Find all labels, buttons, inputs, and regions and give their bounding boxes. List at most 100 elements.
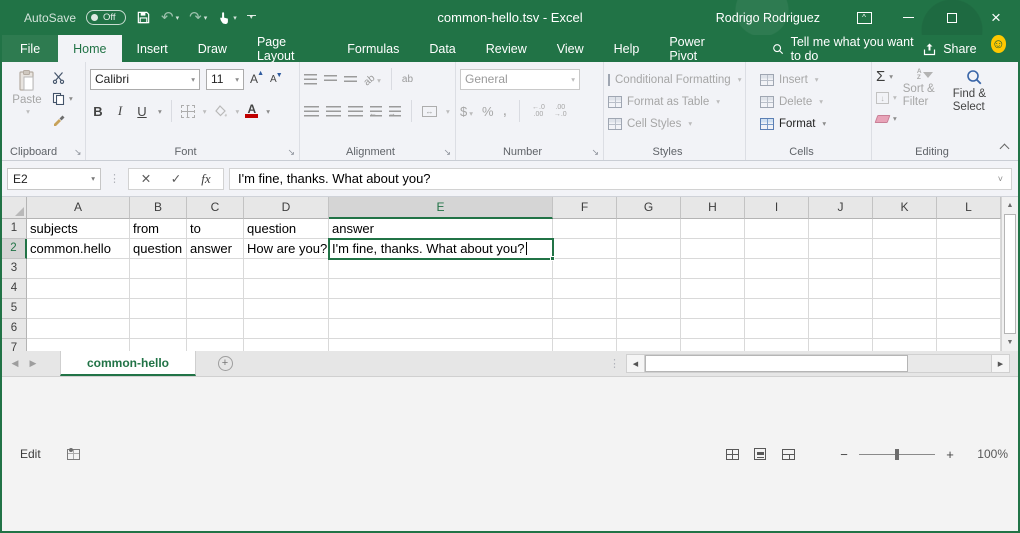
tab-data[interactable]: Data bbox=[414, 35, 470, 62]
cell-J2[interactable] bbox=[809, 239, 873, 259]
cancel-button[interactable]: ✕ bbox=[131, 171, 161, 186]
fill-button[interactable]: ↓▾ bbox=[876, 89, 897, 106]
macro-record-icon[interactable] bbox=[67, 449, 80, 460]
cell-J5[interactable] bbox=[809, 299, 873, 319]
align-bottom-icon[interactable] bbox=[344, 76, 357, 82]
cell-I2[interactable] bbox=[745, 239, 809, 259]
touch-mode-dropdown-icon[interactable]: ▾ bbox=[233, 14, 237, 22]
cell-J6[interactable] bbox=[809, 319, 873, 339]
cell-I5[interactable] bbox=[745, 299, 809, 319]
cell-C7[interactable] bbox=[187, 339, 244, 351]
feedback-smiley-icon[interactable]: ☺ bbox=[991, 35, 1006, 53]
zoom-out-button[interactable]: − bbox=[838, 447, 850, 462]
cell-H2[interactable] bbox=[681, 239, 745, 259]
cell-K4[interactable] bbox=[873, 279, 937, 299]
clear-button[interactable]: ▾ bbox=[876, 110, 897, 127]
cell-L2[interactable] bbox=[937, 239, 1001, 259]
select-all-corner[interactable] bbox=[2, 197, 27, 219]
cell-I7[interactable] bbox=[745, 339, 809, 351]
align-left-icon[interactable] bbox=[304, 106, 319, 117]
format-cells-button[interactable]: Format ▾ bbox=[760, 113, 867, 134]
cell-F5[interactable] bbox=[553, 299, 617, 319]
font-color-dropdown-icon[interactable]: ▾ bbox=[266, 107, 270, 116]
cell-D4[interactable] bbox=[244, 279, 329, 299]
undo-dropdown-icon[interactable]: ▾ bbox=[176, 14, 180, 22]
column-header-K[interactable]: K bbox=[873, 197, 937, 219]
maximize-button[interactable] bbox=[930, 0, 974, 35]
cell-F7[interactable] bbox=[553, 339, 617, 351]
cell-L7[interactable] bbox=[937, 339, 1001, 351]
zoom-slider-handle[interactable] bbox=[895, 449, 899, 460]
cell-H5[interactable] bbox=[681, 299, 745, 319]
cell-F1[interactable] bbox=[553, 219, 617, 239]
cell-D6[interactable] bbox=[244, 319, 329, 339]
underline-button[interactable]: U bbox=[134, 104, 150, 119]
close-button[interactable]: × bbox=[974, 0, 1018, 35]
enter-button[interactable]: ✓ bbox=[161, 171, 191, 186]
tab-home[interactable]: Home bbox=[58, 35, 121, 62]
cell-J7[interactable] bbox=[809, 339, 873, 351]
comma-button[interactable]: , bbox=[503, 102, 507, 120]
alignment-dialog-launcher[interactable]: ↘ bbox=[443, 148, 451, 157]
cell-L4[interactable] bbox=[937, 279, 1001, 299]
align-top-icon[interactable] bbox=[304, 74, 317, 85]
scroll-left-icon[interactable]: ◀ bbox=[626, 354, 645, 373]
zoom-level[interactable]: 100% bbox=[972, 447, 1008, 461]
grow-font-button[interactable]: A▲ bbox=[250, 72, 264, 86]
fill-color-icon[interactable] bbox=[213, 104, 228, 118]
sort-filter-button[interactable]: A Z Sort & Filter bbox=[903, 69, 947, 127]
decrease-indent-icon[interactable]: ← bbox=[370, 106, 382, 117]
wrap-text-icon[interactable]: ab bbox=[402, 74, 413, 85]
tab-page-layout[interactable]: Page Layout bbox=[242, 35, 332, 62]
cell-E7[interactable] bbox=[329, 339, 553, 351]
cell-H1[interactable] bbox=[681, 219, 745, 239]
cell-B6[interactable] bbox=[130, 319, 187, 339]
customize-qat-button[interactable]: ▾ bbox=[247, 15, 256, 20]
cell-C6[interactable] bbox=[187, 319, 244, 339]
cell-I3[interactable] bbox=[745, 259, 809, 279]
column-header-B[interactable]: B bbox=[130, 197, 187, 219]
scroll-right-icon[interactable]: ▶ bbox=[991, 354, 1010, 373]
cell-I4[interactable] bbox=[745, 279, 809, 299]
scroll-up-icon[interactable]: ▲ bbox=[1002, 197, 1018, 214]
cell-L6[interactable] bbox=[937, 319, 1001, 339]
align-middle-icon[interactable] bbox=[324, 75, 337, 83]
cell-D7[interactable] bbox=[244, 339, 329, 351]
cell-E3[interactable] bbox=[329, 259, 553, 279]
cell-J3[interactable] bbox=[809, 259, 873, 279]
underline-dropdown-icon[interactable]: ▾ bbox=[158, 107, 162, 116]
decrease-decimal-icon[interactable]: .00 →.0 bbox=[554, 104, 567, 119]
cell-C4[interactable] bbox=[187, 279, 244, 299]
ribbon-display-options-button[interactable]: ^ bbox=[842, 0, 886, 35]
cell-D5[interactable] bbox=[244, 299, 329, 319]
font-name-select[interactable]: Calibri▾ bbox=[90, 69, 200, 90]
cell-D3[interactable] bbox=[244, 259, 329, 279]
formula-bar-handle[interactable]: ⋮ bbox=[106, 175, 123, 183]
cell-I1[interactable] bbox=[745, 219, 809, 239]
fill-handle[interactable] bbox=[550, 256, 555, 261]
cell-F6[interactable] bbox=[553, 319, 617, 339]
row-header-1[interactable]: 1 bbox=[2, 219, 27, 239]
column-header-G[interactable]: G bbox=[617, 197, 681, 219]
cell-A3[interactable] bbox=[27, 259, 130, 279]
cell-E4[interactable] bbox=[329, 279, 553, 299]
tab-help[interactable]: Help bbox=[599, 35, 655, 62]
italic-button[interactable]: I bbox=[112, 103, 128, 119]
cell-G7[interactable] bbox=[617, 339, 681, 351]
page-layout-view-button[interactable] bbox=[746, 444, 774, 464]
tab-insert[interactable]: Insert bbox=[122, 35, 183, 62]
cell-A1[interactable]: subjects bbox=[27, 219, 130, 239]
cell-E1[interactable]: answer bbox=[329, 219, 553, 239]
delete-cells-button[interactable]: Delete ▾ bbox=[760, 91, 867, 112]
cell-C5[interactable] bbox=[187, 299, 244, 319]
tell-me-box[interactable]: Tell me what you want to do bbox=[772, 35, 923, 62]
cell-I6[interactable] bbox=[745, 319, 809, 339]
expand-formula-bar-icon[interactable]: ˅ bbox=[998, 174, 1003, 184]
horizontal-scroll-thumb[interactable] bbox=[645, 355, 908, 372]
cell-G6[interactable] bbox=[617, 319, 681, 339]
font-dialog-launcher[interactable]: ↘ bbox=[287, 148, 295, 157]
insert-function-button[interactable]: fx bbox=[191, 171, 221, 187]
borders-icon[interactable] bbox=[181, 105, 195, 118]
column-header-F[interactable]: F bbox=[553, 197, 617, 219]
cell-K5[interactable] bbox=[873, 299, 937, 319]
